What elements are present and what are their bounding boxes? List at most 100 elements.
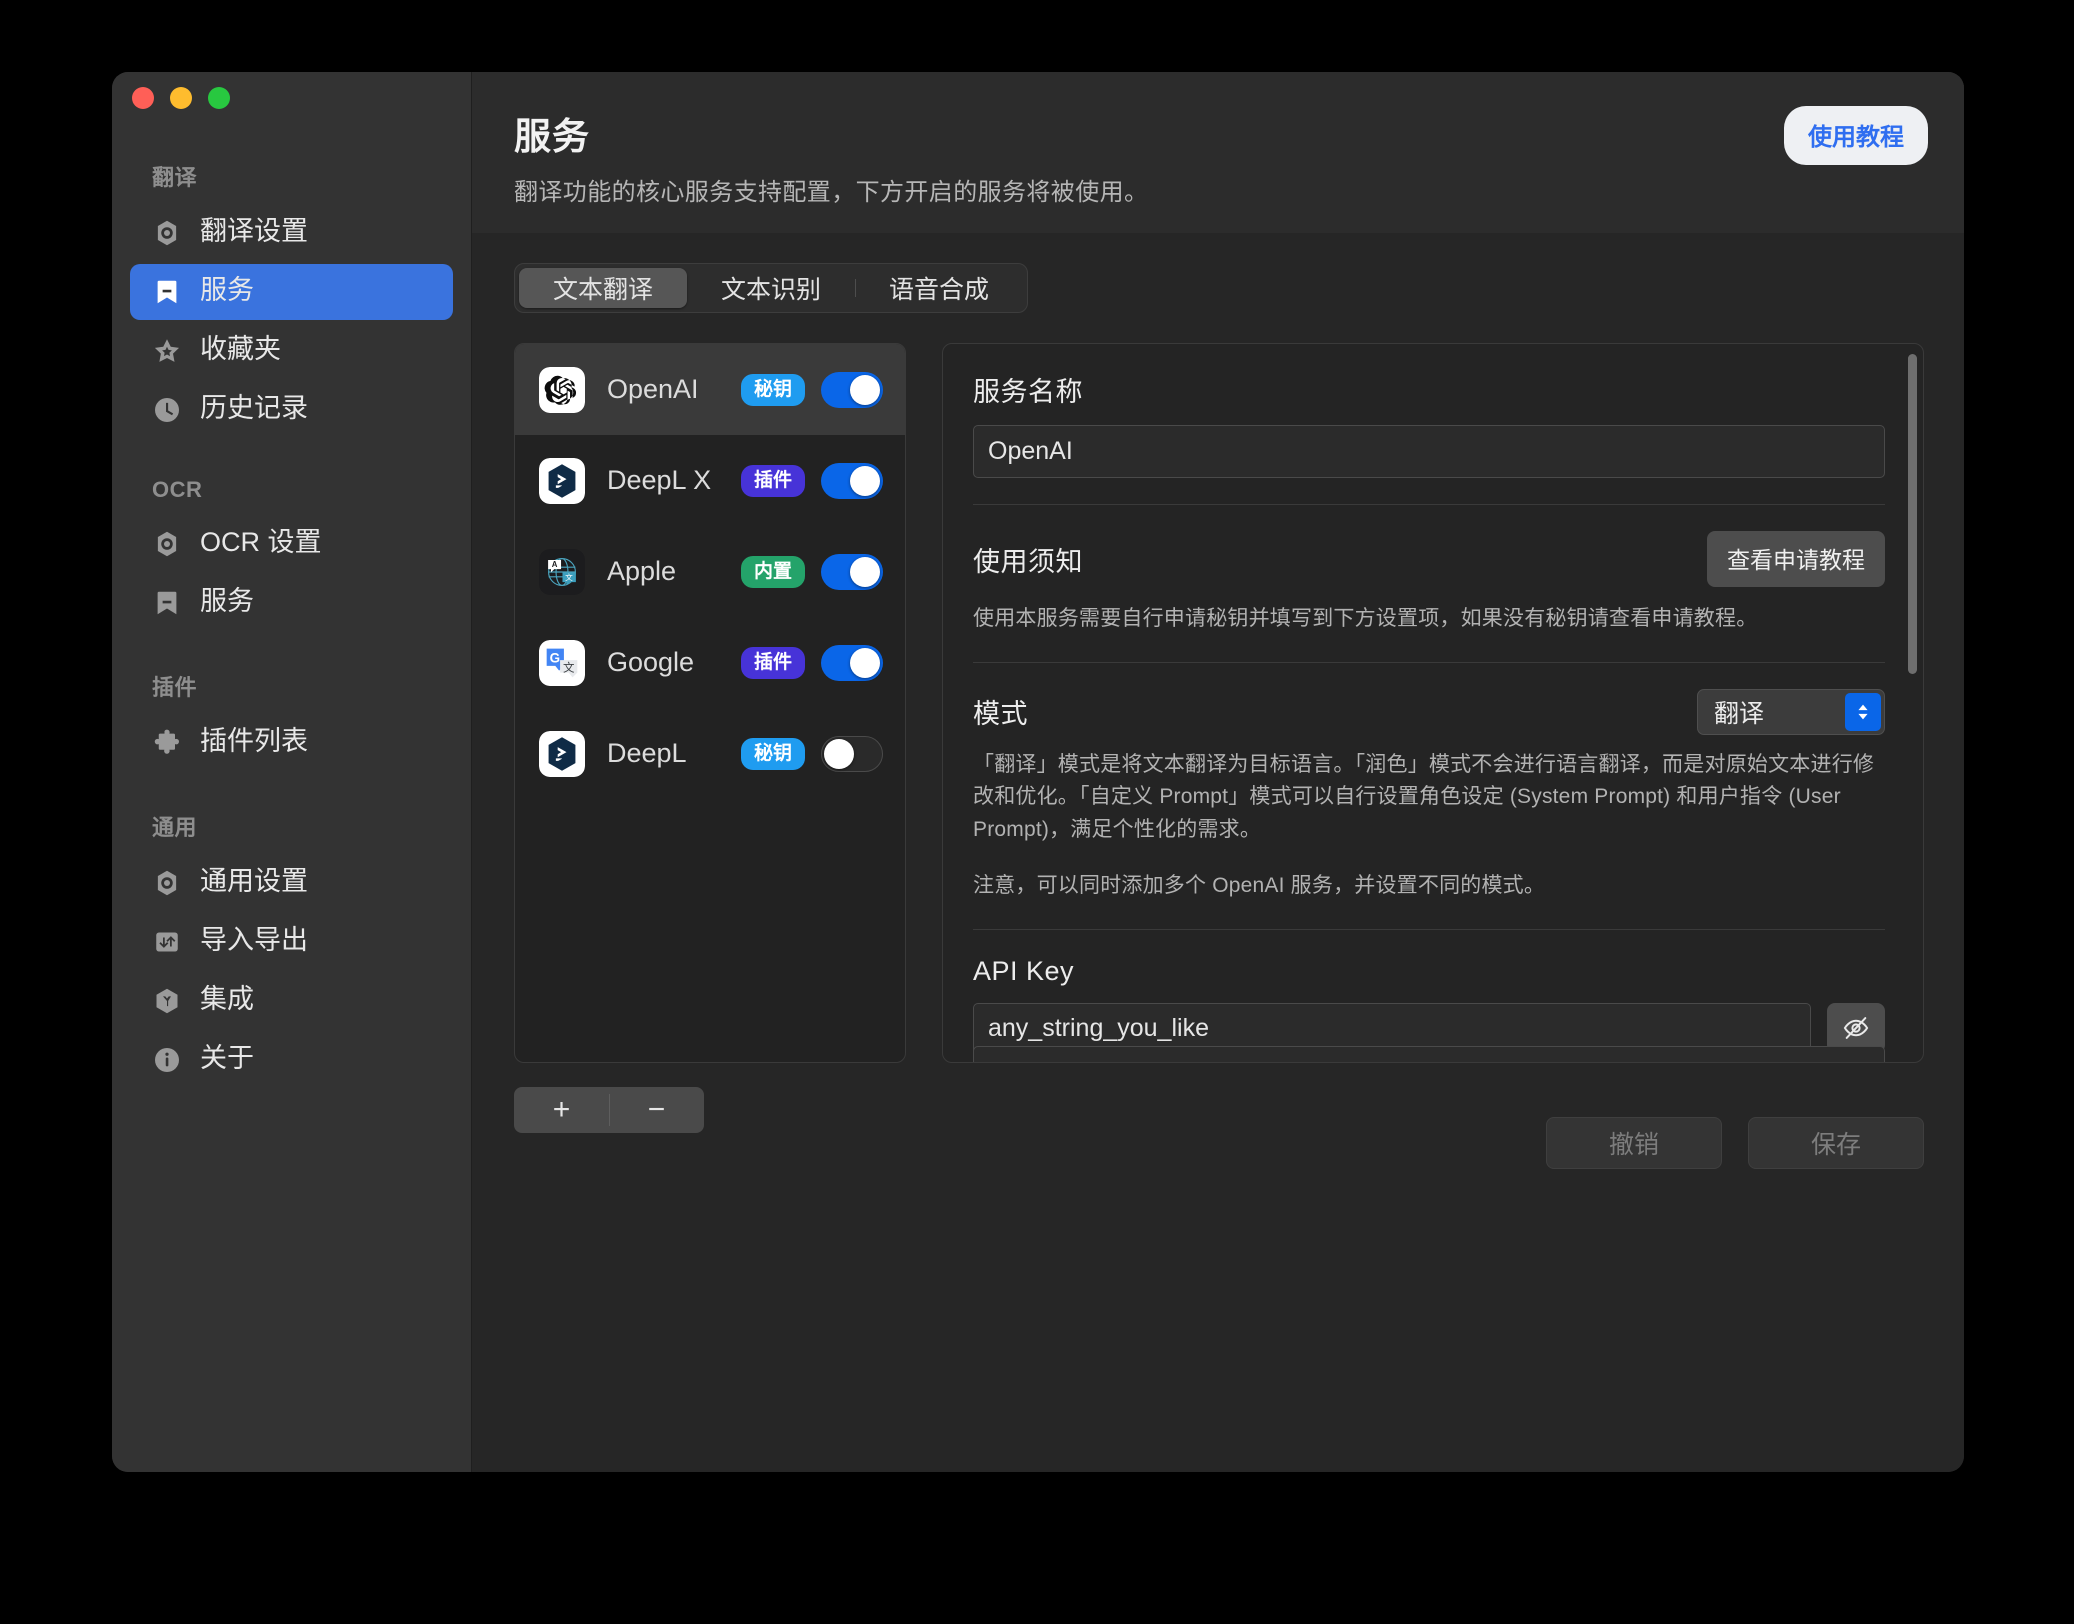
service-badge: 插件 — [740, 646, 805, 679]
service-row-apple[interactable]: A 文 Apple 内置 — [515, 526, 905, 617]
close-button[interactable] — [132, 87, 154, 109]
sidebar-nav: 翻译 翻译设置 服务 收藏夹 历史记录 OCR OCR 设置 服务 插件 插件列表 通用 通用设置 导入… — [112, 72, 471, 1088]
divider — [973, 928, 1885, 930]
sidebar-item-3-0[interactable]: 通用设置 — [130, 855, 453, 911]
apple-translate-icon: A文 — [539, 548, 585, 595]
toggle-knob — [850, 556, 880, 587]
tutorial-button[interactable]: 使用教程 — [1784, 106, 1928, 165]
deepl-icon — [539, 457, 585, 504]
mode-description: 「翻译」模式是将文本翻译为目标语言。「润色」模式不会进行语言翻译，而是对原始文本… — [973, 752, 1875, 841]
service-row-deepl-x[interactable]: DeepL X 插件 — [515, 435, 905, 526]
sidebar-item-3-3[interactable]: 关于 — [130, 1032, 453, 1088]
service-badge: 秘钥 — [740, 737, 805, 770]
detail-scrollbar-thumb[interactable] — [1908, 354, 1917, 674]
cube-icon — [152, 986, 182, 1016]
google-translate-icon: G文 — [539, 639, 585, 686]
next-field-partial[interactable] — [973, 1046, 1885, 1062]
sidebar-item-label: OCR 设置 — [200, 527, 322, 557]
view-application-tutorial-button[interactable]: 查看申请教程 — [1707, 531, 1885, 587]
sidebar-item-0-1[interactable]: 服务 — [130, 264, 453, 320]
service-name: DeepL X — [607, 465, 712, 495]
toggle-knob — [850, 374, 880, 405]
svg-text:G: G — [550, 650, 560, 665]
service-toggle[interactable] — [821, 553, 883, 590]
notice-label: 使用须知 — [973, 546, 1083, 577]
tab-1[interactable]: 文本识别 — [687, 268, 855, 308]
deepl-icon — [539, 730, 585, 777]
maximize-button[interactable] — [208, 87, 230, 109]
service-toggle[interactable] — [821, 371, 883, 408]
sidebar-item-3-1[interactable]: 导入导出 — [130, 914, 453, 970]
import-export-icon — [152, 927, 182, 957]
service-row-google[interactable]: G 文 Google 插件 — [515, 617, 905, 708]
sidebar-item-label: 关于 — [200, 1043, 254, 1073]
service-badge: 插件 — [740, 464, 805, 497]
sidebar-item-label: 通用设置 — [200, 866, 308, 896]
openai-icon — [539, 366, 585, 413]
page-header: 服务 翻译功能的核心服务支持配置，下方开启的服务将被使用。 使用教程 — [472, 72, 1964, 233]
minimize-button[interactable] — [170, 87, 192, 109]
footer-actions: 撤销 保存 — [1546, 1117, 1924, 1169]
page-subtitle: 翻译功能的核心服务支持配置，下方开启的服务将被使用。 — [514, 179, 1149, 206]
app-window: 翻译 翻译设置 服务 收藏夹 历史记录 OCR OCR 设置 服务 插件 插件列表 通用 通用设置 导入… — [112, 72, 1964, 1472]
gear-icon — [152, 868, 182, 898]
sidebar-item-label: 集成 — [200, 984, 254, 1014]
toggle-knob — [824, 738, 854, 769]
service-toggle[interactable] — [821, 735, 883, 772]
tab-0[interactable]: 文本翻译 — [519, 268, 688, 308]
sidebar: 翻译 翻译设置 服务 收藏夹 历史记录 OCR OCR 设置 服务 插件 插件列表 通用 通用设置 导入… — [112, 72, 472, 1472]
sidebar-item-3-2[interactable]: 集成 — [130, 973, 453, 1029]
footer: + − 撤销 保存 — [514, 1063, 1924, 1233]
mode-label: 模式 — [973, 699, 1028, 730]
chevron-updown-icon[interactable] — [1845, 692, 1881, 731]
bookmark-icon — [152, 588, 182, 618]
mode-note: 注意，可以同时添加多个 OpenAI 服务，并设置不同的模式。 — [973, 874, 1546, 898]
mode-select-value: 翻译 — [1714, 699, 1765, 728]
sidebar-item-0-3[interactable]: 历史记录 — [130, 382, 453, 438]
divider — [973, 661, 1885, 663]
service-row-deepl[interactable]: DeepL 秘钥 — [515, 708, 905, 799]
service-toggle[interactable] — [821, 462, 883, 499]
sidebar-item-1-1[interactable]: 服务 — [130, 575, 453, 631]
sidebar-item-label: 插件列表 — [200, 726, 308, 756]
star-icon — [152, 336, 182, 366]
divider — [973, 504, 1885, 505]
sidebar-group-title: 通用 — [152, 815, 198, 840]
cancel-button[interactable]: 撤销 — [1546, 1117, 1722, 1169]
tab-2[interactable]: 语音合成 — [855, 268, 1023, 308]
toggle-knob — [850, 647, 880, 678]
service-name: Apple — [607, 556, 677, 586]
service-name: DeepL — [607, 738, 687, 768]
sidebar-item-label: 翻译设置 — [200, 216, 308, 246]
sidebar-item-0-0[interactable]: 翻译设置 — [130, 205, 453, 261]
mode-header: 模式 翻译 — [973, 688, 1885, 735]
bookmark-icon — [152, 277, 182, 307]
notice-text: 使用本服务需要自行申请秘钥并填写到下方设置项，如果没有秘钥请查看申请教程。 — [973, 607, 1758, 630]
add-service-button[interactable]: + — [514, 1087, 609, 1133]
tab-bar: 文本翻译 文本识别 语音合成 — [514, 263, 1029, 313]
service-toggle[interactable] — [821, 644, 883, 681]
remove-service-button[interactable]: − — [609, 1087, 704, 1133]
service-name: OpenAI — [607, 374, 699, 404]
detail-scroll-content: 服务名称 使用须知 查看申请教程 使用本服务需要自行申请秘钥并填写到下方设置项，… — [943, 344, 1923, 1062]
sidebar-item-label: 服务 — [200, 586, 254, 616]
toggle-knob — [850, 465, 880, 496]
sidebar-group-title: 翻译 — [152, 165, 198, 190]
sidebar-item-label: 服务 — [200, 275, 254, 305]
mode-select[interactable]: 翻译 — [1697, 688, 1885, 735]
content-area: 服务 翻译功能的核心服务支持配置，下方开启的服务将被使用。 使用教程 文本翻译文… — [472, 72, 1964, 1472]
panes: OpenAI 秘钥 DeepL X 插件 A 文 Apple 内置 G 文 Google 插件 Deep… — [514, 343, 1924, 1063]
sidebar-item-label: 历史记录 — [200, 393, 308, 423]
apikey-label: API Key — [973, 955, 1075, 986]
sidebar-item-2-0[interactable]: 插件列表 — [130, 715, 453, 771]
service-name-input[interactable] — [973, 425, 1885, 478]
puzzle-icon — [152, 728, 182, 758]
service-name-label: 服务名称 — [973, 377, 1083, 407]
add-remove-group: + − — [514, 1087, 704, 1133]
sidebar-item-1-0[interactable]: OCR 设置 — [130, 516, 453, 572]
sidebar-item-label: 收藏夹 — [200, 334, 281, 364]
sidebar-item-0-2[interactable]: 收藏夹 — [130, 323, 453, 379]
save-button[interactable]: 保存 — [1748, 1117, 1924, 1169]
service-row-openai[interactable]: OpenAI 秘钥 — [515, 344, 905, 435]
